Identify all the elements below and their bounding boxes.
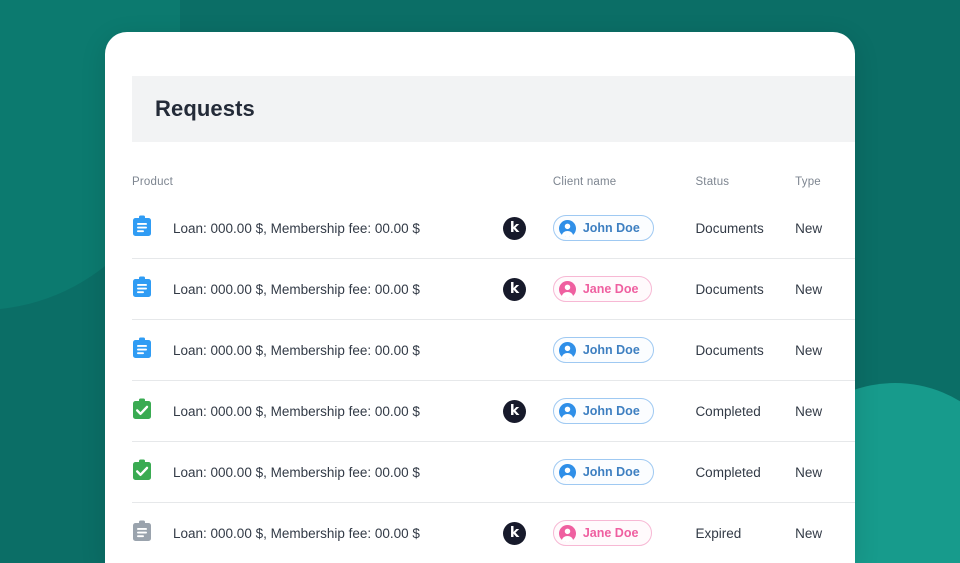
cell-product: Loan: 000.00 $, Membership fee: 00.00 $ xyxy=(132,276,503,303)
client-chip[interactable]: John Doe xyxy=(553,215,654,241)
cell-status: Completed xyxy=(695,404,795,419)
product-label: Loan: 000.00 $, Membership fee: 00.00 $ xyxy=(173,282,420,297)
client-chip[interactable]: John Doe xyxy=(553,398,654,424)
cell-type: New xyxy=(795,465,853,480)
cell-type: New xyxy=(795,526,853,541)
cell-brand: k xyxy=(503,278,553,301)
person-circle-icon xyxy=(559,220,576,237)
clipboard-lines-icon xyxy=(132,276,173,303)
table-header-row: Product Client name Status Type xyxy=(132,142,855,198)
brand-k-badge[interactable]: k xyxy=(503,400,526,423)
product-label: Loan: 000.00 $, Membership fee: 00.00 $ xyxy=(173,221,420,236)
table-row[interactable]: Loan: 000.00 $, Membership fee: 00.00 $ k… xyxy=(132,259,855,320)
cell-product: Loan: 000.00 $, Membership fee: 00.00 $ xyxy=(132,520,503,547)
cell-status: Documents xyxy=(695,221,795,236)
table-row[interactable]: Loan: 000.00 $, Membership fee: 00.00 $ k… xyxy=(132,503,855,563)
client-name: John Doe xyxy=(583,221,640,235)
column-header-client: Client name xyxy=(553,176,696,188)
person-circle-icon xyxy=(559,342,576,359)
cell-type: New xyxy=(795,282,853,297)
brand-k-badge[interactable]: k xyxy=(503,522,526,545)
clipboard-lines-icon xyxy=(132,215,173,242)
cell-client: Jane Doe xyxy=(553,276,696,302)
client-chip[interactable]: Jane Doe xyxy=(553,520,653,546)
column-header-type: Type xyxy=(795,176,853,188)
table-row[interactable]: Loan: 000.00 $, Membership fee: 00.00 $ k… xyxy=(132,381,855,442)
cell-product: Loan: 000.00 $, Membership fee: 00.00 $ xyxy=(132,459,503,486)
page-title: Requests xyxy=(155,96,255,122)
cell-product: Loan: 000.00 $, Membership fee: 00.00 $ xyxy=(132,337,503,364)
person-circle-icon xyxy=(559,403,576,420)
person-circle-icon xyxy=(559,464,576,481)
client-name: Jane Doe xyxy=(583,282,639,296)
cell-product: Loan: 000.00 $, Membership fee: 00.00 $ xyxy=(132,215,503,242)
client-name: John Doe xyxy=(583,465,640,479)
cell-client: John Doe xyxy=(553,459,696,485)
cell-status: Expired xyxy=(695,526,795,541)
cell-brand: k xyxy=(503,400,553,423)
cell-client: John Doe xyxy=(553,398,696,424)
cell-brand xyxy=(503,461,553,484)
clipboard-lines-icon xyxy=(132,337,173,364)
brand-k-badge[interactable]: k xyxy=(503,278,526,301)
cell-brand: k xyxy=(503,522,553,545)
cell-status: Documents xyxy=(695,282,795,297)
product-label: Loan: 000.00 $, Membership fee: 00.00 $ xyxy=(173,465,420,480)
clipboard-check-icon xyxy=(132,459,173,486)
table-row[interactable]: Loan: 000.00 $, Membership fee: 00.00 $ J… xyxy=(132,442,855,503)
cell-brand xyxy=(503,339,553,362)
cell-type: New xyxy=(795,343,853,358)
cell-client: Jane Doe xyxy=(553,520,696,546)
requests-table: Product Client name Status Type Loan: 00… xyxy=(132,142,855,563)
cell-product: Loan: 000.00 $, Membership fee: 00.00 $ xyxy=(132,398,503,425)
cell-client: John Doe xyxy=(553,337,696,363)
product-label: Loan: 000.00 $, Membership fee: 00.00 $ xyxy=(173,404,420,419)
product-label: Loan: 000.00 $, Membership fee: 00.00 $ xyxy=(173,343,420,358)
table-row[interactable]: Loan: 000.00 $, Membership fee: 00.00 $ J… xyxy=(132,320,855,381)
client-name: John Doe xyxy=(583,404,640,418)
person-circle-icon xyxy=(559,281,576,298)
client-chip[interactable]: Jane Doe xyxy=(553,276,653,302)
brand-k-badge[interactable]: k xyxy=(503,217,526,240)
cell-type: New xyxy=(795,221,853,236)
client-chip[interactable]: John Doe xyxy=(553,459,654,485)
cell-brand: k xyxy=(503,217,553,240)
product-label: Loan: 000.00 $, Membership fee: 00.00 $ xyxy=(173,526,420,541)
requests-card: Requests Product Client name Status Type… xyxy=(105,32,855,563)
clipboard-lines-icon xyxy=(132,520,173,547)
cell-status: Completed xyxy=(695,465,795,480)
cell-type: New xyxy=(795,404,853,419)
client-chip[interactable]: John Doe xyxy=(553,337,654,363)
client-name: Jane Doe xyxy=(583,526,639,540)
column-header-product: Product xyxy=(132,176,503,188)
page-header: Requests xyxy=(132,76,855,142)
table-body: Loan: 000.00 $, Membership fee: 00.00 $ k… xyxy=(132,198,855,563)
person-circle-icon xyxy=(559,525,576,542)
client-name: John Doe xyxy=(583,343,640,357)
column-header-status: Status xyxy=(695,176,795,188)
cell-client: John Doe xyxy=(553,215,696,241)
table-row[interactable]: Loan: 000.00 $, Membership fee: 00.00 $ k… xyxy=(132,198,855,259)
clipboard-check-icon xyxy=(132,398,173,425)
cell-status: Documents xyxy=(695,343,795,358)
